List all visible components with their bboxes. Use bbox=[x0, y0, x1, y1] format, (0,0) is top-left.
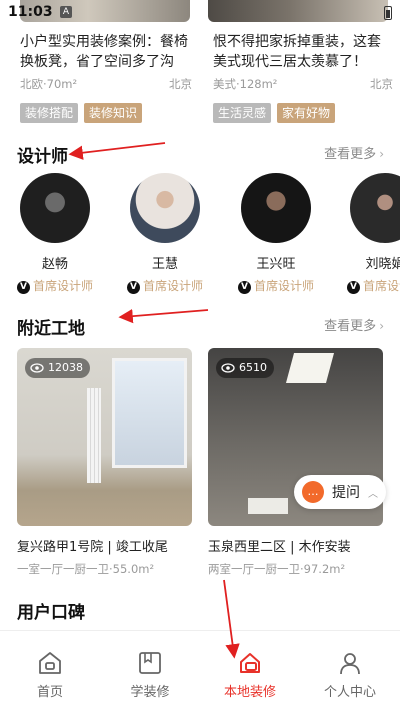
eye-icon bbox=[30, 363, 44, 373]
designer-card[interactable]: 王慧 V 首席设计师 bbox=[110, 173, 220, 294]
status-bar: 11:03 A bbox=[0, 0, 400, 26]
eye-icon bbox=[221, 363, 235, 373]
designer-role: V首席设计师 bbox=[0, 277, 110, 294]
arrow-to-sites bbox=[118, 308, 209, 324]
article-title: 小户型实用装修案例：餐椅换板凳，省了空间多了沟 bbox=[20, 34, 188, 70]
avatar[interactable] bbox=[130, 173, 200, 243]
verified-icon: V bbox=[16, 281, 30, 294]
person-icon bbox=[300, 649, 400, 677]
article-tag[interactable]: 生活灵感 bbox=[213, 103, 272, 123]
chevron-right-icon: › bbox=[379, 319, 384, 333]
arrow-to-designers bbox=[68, 142, 166, 160]
sites-see-more-link[interactable]: 查看更多 › bbox=[324, 315, 384, 334]
avatar[interactable] bbox=[20, 173, 90, 243]
chevron-right-icon: › bbox=[379, 147, 384, 161]
designer-name: 王慧 bbox=[151, 257, 178, 272]
article-tag[interactable]: 装修知识 bbox=[84, 103, 143, 123]
designer-card[interactable]: 赵畅 V 首席设计师 bbox=[0, 173, 110, 294]
site-card[interactable]: 6510 玉泉西里二区 | 木作安装 两室一厅一厨一卫·97.2m² bbox=[208, 348, 383, 577]
nav-item-home[interactable]: 首页 bbox=[0, 631, 100, 710]
designer-list: 赵畅 V首席设计师 王慧 V首席设计师 王兴旺 V首席设计师 刘晓娟 V首席设计… bbox=[0, 173, 400, 294]
designer-name: 刘晓娟 bbox=[365, 257, 400, 272]
home-icon bbox=[0, 649, 100, 677]
article-style-area: 美式·128m² bbox=[213, 77, 278, 91]
site-layout: 一室一厅一厨一卫·55.0m² bbox=[17, 562, 155, 576]
nav-item-local-decor[interactable]: 本地装修 bbox=[200, 631, 300, 710]
battery-icon bbox=[384, 6, 392, 20]
sites-section-title: 附近工地 bbox=[17, 319, 85, 339]
article-city: 北京 bbox=[370, 77, 393, 91]
ask-question-button[interactable]: … 提问 ︿ bbox=[294, 475, 386, 509]
chevron-up-icon: ︿ bbox=[368, 488, 378, 500]
bottom-navigation: 首页 学装修 本地装修 个人中心 bbox=[0, 630, 400, 710]
site-layout: 两室一厅一厨一卫·97.2m² bbox=[208, 562, 346, 576]
article-card[interactable]: 小户型实用装修案例：餐椅换板凳，省了空间多了沟 北欧·70m² 北京 装修搭配 … bbox=[20, 32, 192, 123]
nav-item-profile[interactable]: 个人中心 bbox=[300, 631, 400, 710]
avatar[interactable] bbox=[350, 173, 400, 243]
verified-icon: V bbox=[126, 281, 140, 294]
nav-item-learn[interactable]: 学装修 bbox=[100, 631, 200, 710]
verified-icon: V bbox=[346, 281, 360, 294]
designers-see-more-link[interactable]: 查看更多 › bbox=[324, 143, 384, 162]
article-tag[interactable]: 装修搭配 bbox=[20, 103, 79, 123]
site-title: 玉泉西里二区 | 木作安装 bbox=[208, 540, 351, 555]
designer-name: 赵畅 bbox=[41, 257, 68, 272]
notification-a-icon: A bbox=[60, 6, 72, 18]
avatar[interactable] bbox=[241, 173, 311, 243]
designer-role: V首席设计师 bbox=[110, 277, 220, 294]
article-title: 恨不得把家拆掉重装，这套美式现代三居太羡慕了！ bbox=[213, 34, 381, 70]
book-icon bbox=[100, 649, 200, 677]
site-title: 复兴路甲1号院 | 竣工收尾 bbox=[17, 540, 168, 555]
verified-icon: V bbox=[237, 281, 251, 294]
local-decor-icon bbox=[200, 649, 300, 677]
view-count: 12038 bbox=[25, 358, 90, 378]
status-time: 11:03 bbox=[8, 4, 53, 20]
article-city: 北京 bbox=[169, 77, 192, 91]
designer-card[interactable]: 王兴旺 V 首席设计师 bbox=[221, 173, 331, 294]
designer-role: V首席设计师 bbox=[221, 277, 331, 294]
site-card[interactable]: 12038 复兴路甲1号院 | 竣工收尾 一室一厅一厨一卫·55.0m² bbox=[17, 348, 192, 577]
article-card[interactable]: 恨不得把家拆掉重装，这套美式现代三居太羡慕了！ 美式·128m² 北京 生活灵感… bbox=[213, 32, 393, 123]
view-count: 6510 bbox=[216, 358, 274, 378]
designer-name: 王兴旺 bbox=[256, 257, 296, 272]
article-tag[interactable]: 家有好物 bbox=[277, 103, 336, 123]
designer-role: V首席设计师 bbox=[332, 277, 400, 294]
article-style-area: 北欧·70m² bbox=[20, 77, 78, 91]
designers-section-title: 设计师 bbox=[17, 147, 68, 167]
chat-bubble-icon: … bbox=[302, 481, 324, 503]
reviews-section-title: 用户口碑 bbox=[17, 603, 85, 623]
designer-card[interactable]: 刘晓娟 V首席设计师 bbox=[332, 173, 400, 294]
site-image[interactable]: 12038 bbox=[17, 348, 192, 526]
